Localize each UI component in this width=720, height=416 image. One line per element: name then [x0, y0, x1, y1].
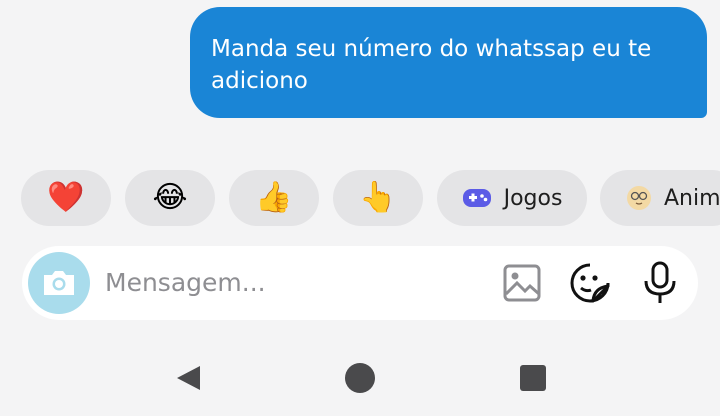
quick-reply-laugh[interactable]: 😂 — [125, 170, 215, 226]
microphone-icon — [644, 261, 676, 303]
recents-icon — [520, 365, 546, 391]
games-label: Jogos — [503, 185, 563, 211]
sticker-icon — [570, 263, 610, 303]
pointing-up-emoji: 👆 — [359, 180, 397, 215]
sticker-button[interactable] — [568, 261, 612, 305]
gallery-button[interactable] — [500, 261, 544, 305]
home-button[interactable] — [342, 360, 378, 396]
animated-label: Anim — [664, 185, 720, 211]
quick-reply-thumbs-up[interactable]: 👍 — [229, 170, 319, 226]
heart-emoji: ❤️ — [47, 180, 85, 215]
recents-button[interactable] — [515, 360, 551, 396]
message-composer: Mensagem... — [22, 246, 698, 320]
microphone-button[interactable] — [638, 261, 682, 305]
message-input[interactable]: Mensagem... — [105, 246, 266, 320]
quick-reply-games[interactable]: Jogos — [437, 170, 587, 226]
quick-replies-bar: ❤️ 😂 👍 👆 Jogos Anim — [0, 170, 720, 226]
tears-of-joy-emoji: 😂 — [152, 180, 188, 215]
quick-reply-pointing[interactable]: 👆 — [333, 170, 423, 226]
camera-button[interactable] — [28, 252, 90, 314]
camera-icon — [44, 271, 74, 295]
animated-face-icon — [627, 186, 651, 210]
gallery-icon — [503, 264, 541, 302]
quick-reply-animated[interactable]: Anim — [600, 170, 720, 226]
home-icon — [345, 363, 375, 393]
quick-reply-heart[interactable]: ❤️ — [21, 170, 111, 226]
system-navigation-bar — [0, 340, 720, 416]
back-icon — [177, 366, 200, 390]
message-bubble[interactable]: Manda seu número do whatssap eu te adici… — [190, 7, 707, 118]
gamepad-icon — [462, 189, 491, 207]
message-text: Manda seu número do whatssap eu te adici… — [211, 36, 652, 94]
back-button[interactable] — [170, 360, 206, 396]
thumbs-up-emoji: 👍 — [255, 180, 293, 215]
